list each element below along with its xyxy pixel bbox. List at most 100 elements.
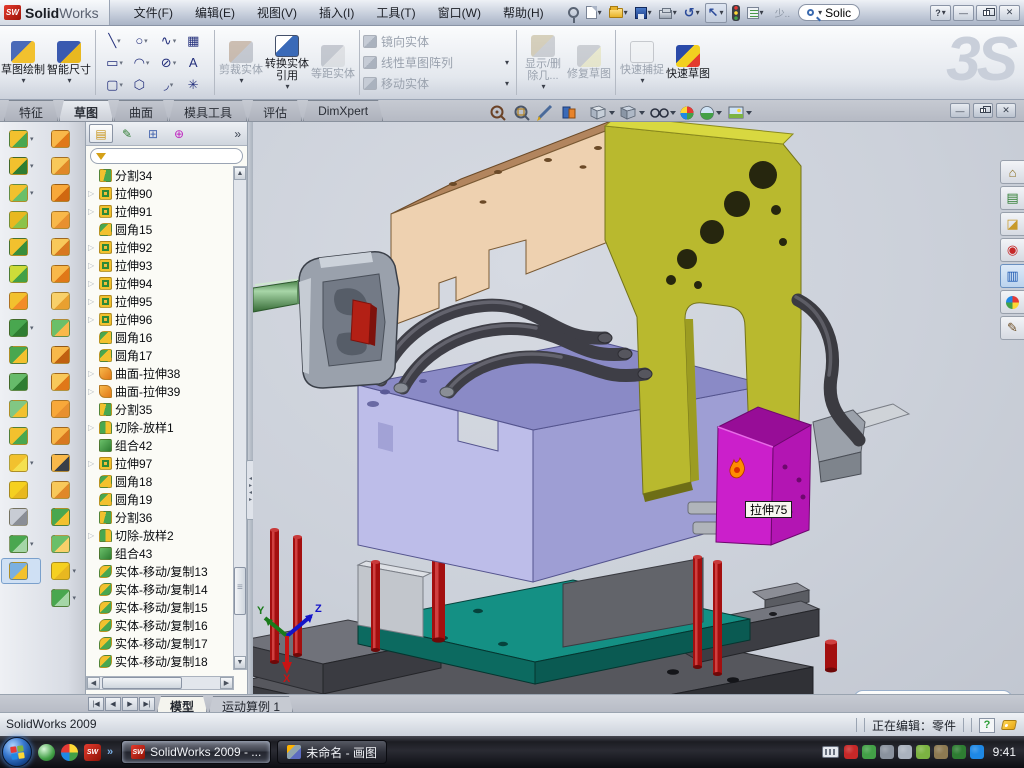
doc-minimize-button[interactable]: — — [950, 103, 970, 118]
search-box[interactable]: ▾ Solic — [798, 4, 860, 21]
rapid-sketch-button[interactable]: 快速草图 — [665, 28, 711, 97]
measure-icon[interactable]: ▾ — [1, 558, 41, 584]
menu-item[interactable]: 视图(V) — [247, 1, 307, 24]
tab-nav-button[interactable]: |◀ — [88, 697, 104, 711]
tree-item[interactable]: ▷ 圆角19 — [86, 490, 234, 508]
doc-restore-button[interactable] — [973, 103, 993, 118]
menu-item[interactable]: 窗口(W) — [428, 1, 491, 24]
tree-item[interactable]: ▷ 拉伸94 — [86, 274, 234, 292]
circle-icon[interactable]: ○▾ — [128, 30, 155, 52]
expand-arrow-icon[interactable]: ▷ — [88, 207, 96, 216]
file-explorer-icon[interactable]: ◪ — [1000, 212, 1024, 236]
sync-status-icon[interactable] — [970, 745, 984, 759]
swept-boss-icon[interactable]: ▾ — [1, 207, 41, 233]
wireless-warning-icon[interactable] — [934, 745, 948, 759]
convert-entities-button[interactable]: 转换实体引用 ▾ — [264, 28, 310, 97]
zoom-area-icon[interactable] — [516, 107, 530, 121]
input-indicator-icon[interactable] — [822, 746, 839, 758]
tree-item[interactable]: ▷ 实体-移动/复制17 — [86, 634, 234, 652]
extruded-cut-icon[interactable]: ▾ — [1, 153, 41, 179]
scroll-left-arrow[interactable]: ◀ — [87, 677, 100, 689]
custom-properties-icon[interactable]: ✎ — [1000, 316, 1024, 340]
move-copy-body-icon[interactable]: ▾ — [1, 423, 41, 449]
trim-entities-button[interactable]: 剪裁实体 ▾ — [218, 28, 264, 97]
lofted-surface-icon[interactable]: ▾ — [44, 207, 84, 233]
hole-wizard-icon[interactable]: ▾ — [1, 288, 41, 314]
expand-arrow-icon[interactable]: ▷ — [88, 297, 96, 306]
view-settings-caret[interactable] — [746, 111, 752, 115]
tree-item[interactable]: ▷ 曲面-拉伸39 — [86, 382, 234, 400]
selection-box-icon[interactable]: ▦▾ — [182, 30, 209, 52]
revolved-surface-icon[interactable]: ▾ — [44, 153, 84, 179]
print-button[interactable]: ▾ — [657, 6, 679, 20]
ribbon-tab[interactable]: 曲面 — [114, 100, 168, 121]
taskbar-window-button[interactable]: 未命名 - 画图 — [277, 740, 387, 764]
expand-arrow-icon[interactable]: ▷ — [88, 423, 96, 432]
scroll-thumb[interactable] — [234, 567, 246, 615]
tab-nav-button[interactable]: ◀ — [105, 697, 121, 711]
helix-curve-icon[interactable]: ▾ — [1, 531, 41, 557]
ellipse-icon[interactable]: ⊘▾ — [155, 52, 182, 74]
delete-face-icon[interactable]: ▾ — [44, 450, 84, 476]
spline-icon[interactable]: ∿▾ — [155, 30, 182, 52]
defender-shield-icon[interactable] — [952, 745, 966, 759]
start-button[interactable] — [2, 737, 32, 767]
deform-icon[interactable]: ▾ — [1, 477, 41, 503]
power-plan-icon[interactable] — [916, 745, 930, 759]
save-button[interactable]: ▾ — [633, 6, 654, 20]
quick-snaps-button[interactable]: 快速捕捉 ▾ — [619, 28, 665, 97]
ruled-surface2-icon[interactable]: ▾ — [44, 423, 84, 449]
apply-scene-caret[interactable] — [716, 111, 722, 115]
view-settings-icon[interactable] — [729, 107, 743, 118]
close-button[interactable]: ✕ — [999, 5, 1020, 21]
tree-item[interactable]: ▷ 拉伸91 — [86, 202, 234, 220]
replace-face-icon[interactable]: ▾ — [44, 477, 84, 503]
tree-item[interactable]: ▷ 组合42 — [86, 436, 234, 454]
line-icon[interactable]: ╲▾ — [101, 30, 128, 52]
tree-item[interactable]: ▷ 曲面-拉伸38 — [86, 364, 234, 382]
select-button[interactable]: ↖▾ — [705, 3, 727, 23]
scroll-up-arrow[interactable]: ▲ — [234, 167, 246, 180]
combine-bodies-icon[interactable]: ▾ — [1, 396, 41, 422]
minimize-button[interactable]: — — [953, 5, 974, 21]
hide-show-caret[interactable] — [670, 111, 676, 115]
split-body-icon[interactable]: ▾ — [1, 450, 41, 476]
security-center-icon[interactable] — [61, 744, 78, 761]
volume-icon[interactable] — [898, 745, 912, 759]
heads-up-view-toolbar[interactable] — [487, 103, 777, 123]
menu-item[interactable]: 工具(T) — [366, 1, 425, 24]
offset-surface-icon[interactable]: ▾ — [44, 315, 84, 341]
smart-dimension-button[interactable]: 智能尺寸 ▾ — [46, 28, 92, 97]
solidworks-quicklaunch-icon[interactable]: SW — [84, 744, 101, 761]
ruled-surface-icon[interactable]: ▾ — [44, 342, 84, 368]
taskbar-clock[interactable]: 9:41 — [993, 745, 1016, 759]
tags-icon[interactable] — [1001, 720, 1017, 730]
tree-item[interactable]: ▷ 圆角16 — [86, 328, 234, 346]
polygon-icon[interactable]: ⬡▾ — [128, 74, 155, 96]
tree-item[interactable]: ▷ 拉伸92 — [86, 238, 234, 256]
mirror-bodies-icon[interactable]: ▾ — [1, 369, 41, 395]
expand-arrow-icon[interactable]: ▷ — [88, 387, 96, 396]
hide-show-items-icon[interactable] — [651, 109, 668, 117]
taskbar-window-button[interactable]: SW SolidWorks 2009 - ... — [121, 740, 271, 764]
boundary-surface-icon[interactable]: ▾ — [44, 234, 84, 260]
expand-arrow-icon[interactable]: ▷ — [88, 459, 96, 468]
tree-item[interactable]: ▷ 圆角17 — [86, 346, 234, 364]
offset-entities-button[interactable]: 等距实体 — [310, 28, 356, 97]
menu-item[interactable]: 编辑(E) — [185, 1, 245, 24]
extruded-boss-icon[interactable]: ▾ — [1, 126, 41, 152]
ribbon-tab[interactable]: 评估 — [248, 100, 302, 121]
tree-item[interactable]: ▷ 切除-放样1 — [86, 418, 234, 436]
expand-arrow-icon[interactable]: ▷ — [88, 279, 96, 288]
rectangle-icon[interactable]: ▭▾ — [101, 52, 128, 74]
apply-scene-icon[interactable] — [701, 107, 714, 120]
dome-icon[interactable]: ▾ — [44, 531, 84, 557]
planar-surface-icon[interactable]: ▾ — [44, 288, 84, 314]
menu-item[interactable]: 文件(F) — [124, 1, 183, 24]
expand-arrow-icon[interactable]: ▷ — [88, 531, 96, 540]
expand-arrow-icon[interactable]: ▷ — [88, 369, 96, 378]
tree-item[interactable]: ▷ 实体-移动/复制13 — [86, 562, 234, 580]
h-scroll-thumb[interactable] — [102, 677, 182, 689]
slot-icon[interactable]: ▢▾ — [101, 74, 128, 96]
display-style-caret[interactable] — [639, 111, 645, 115]
